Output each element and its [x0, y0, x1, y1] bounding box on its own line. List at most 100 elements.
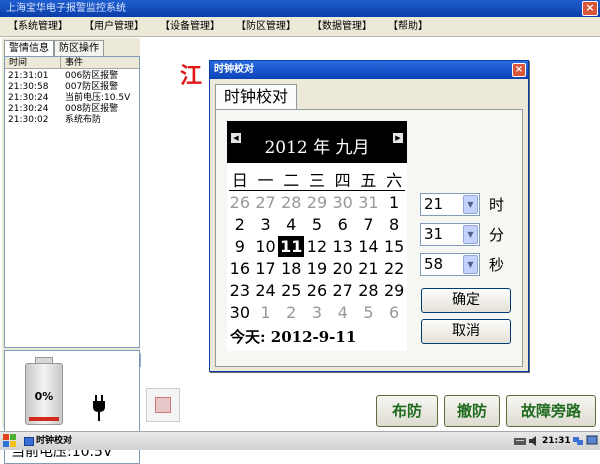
event-description: 006防区报警 [65, 71, 119, 81]
calendar-day[interactable]: 25 [278, 280, 304, 301]
event-row[interactable]: 21:30:58 007防区报警 [8, 82, 138, 93]
calendar-day[interactable]: 26 [304, 280, 330, 301]
event-description: 系统布防 [65, 115, 102, 125]
minute-unit: 分 [489, 226, 505, 244]
calendar-day[interactable]: 4 [330, 302, 356, 323]
battery-percent: 0% [34, 390, 54, 403]
calendar-day[interactable]: 4 [278, 214, 304, 235]
menu-system[interactable]: 【系统管理】 [0, 17, 76, 37]
menu-zones[interactable]: 【防区管理】 [228, 17, 304, 37]
event-list-header: 时间 事件 [5, 57, 139, 69]
map-thumbnail[interactable] [146, 388, 180, 422]
column-time[interactable]: 时间 [9, 57, 27, 69]
tab-clock-calibration[interactable]: 时钟校对 [215, 84, 297, 110]
calendar-day[interactable]: 3 [304, 302, 330, 323]
calendar-day[interactable]: 29 [381, 280, 407, 301]
tab-zone-operations[interactable]: 防区操作 [54, 40, 104, 56]
calendar-day[interactable]: 19 [304, 258, 330, 279]
event-row[interactable]: 21:30:24 008防区报警 [8, 104, 138, 115]
chevron-down-icon[interactable]: ▼ [463, 195, 478, 214]
calendar-day[interactable]: 27 [330, 280, 356, 301]
calendar-day-selected[interactable]: 11 [278, 236, 305, 257]
calendar-day[interactable]: 9 [227, 236, 253, 257]
calendar-day[interactable]: 2 [278, 302, 304, 323]
calendar-day[interactable]: 20 [330, 258, 356, 279]
minute-select[interactable]: 31 ▼ [420, 223, 480, 246]
event-row[interactable]: 21:30:02 系统布防 [8, 115, 138, 126]
windows-start-icon[interactable] [3, 434, 17, 448]
calendar-day[interactable]: 18 [278, 258, 304, 279]
event-time: 21:30:58 [8, 82, 49, 92]
second-select[interactable]: 58 ▼ [420, 253, 480, 276]
weekday-label: 六 [386, 171, 403, 190]
weekday-label: 二 [283, 171, 300, 190]
calendar-day[interactable]: 24 [253, 280, 279, 301]
weekday-divider [229, 190, 405, 191]
calendar-day[interactable]: 1 [381, 192, 407, 213]
calendar-day[interactable]: 27 [253, 192, 279, 213]
dialog-close-button[interactable]: × [512, 63, 526, 77]
window-close-button[interactable]: × [582, 1, 598, 16]
event-row[interactable]: 21:31:01 006防区报警 [8, 71, 138, 82]
desktop-icon[interactable] [586, 435, 598, 447]
next-month-icon[interactable]: ▶ [393, 133, 403, 143]
ok-button[interactable]: 确定 [421, 288, 511, 313]
keyboard-icon[interactable] [514, 435, 526, 447]
calendar-day[interactable]: 15 [381, 236, 407, 257]
calendar-day[interactable]: 30 [330, 192, 356, 213]
menu-help[interactable]: 【帮助】 [380, 17, 436, 37]
second-unit: 秒 [489, 256, 505, 274]
calendar-day[interactable]: 6 [330, 214, 356, 235]
calendar-day[interactable]: 28 [356, 280, 382, 301]
calendar-day[interactable]: 12 [304, 236, 330, 257]
column-event[interactable]: 事件 [65, 57, 83, 69]
calendar-day[interactable]: 6 [381, 302, 407, 323]
taskbar-item-clock-calibration[interactable]: 时钟校对 [22, 434, 102, 449]
calendar-day[interactable]: 22 [381, 258, 407, 279]
calendar-day[interactable]: 8 [381, 214, 407, 235]
calendar-day[interactable]: 2 [227, 214, 253, 235]
calendar-day[interactable]: 16 [227, 258, 253, 279]
disarm-button[interactable]: 撤防 [444, 395, 500, 427]
menu-bar: 【系统管理】 【用户管理】 【设备管理】 【防区管理】 【数据管理】 【帮助】 [0, 17, 600, 37]
menu-devices[interactable]: 【设备管理】 [152, 17, 228, 37]
event-row[interactable]: 21:30:24 当前电压:10.5V [8, 93, 138, 104]
tab-alert-info[interactable]: 警情信息 [4, 40, 54, 57]
calendar-day[interactable]: 17 [253, 258, 279, 279]
today-link[interactable]: 今天: 2012-9-11 [230, 326, 356, 347]
event-description: 当前电压:10.5V [65, 93, 131, 103]
menu-users[interactable]: 【用户管理】 [76, 17, 152, 37]
chevron-down-icon[interactable]: ▼ [463, 225, 478, 244]
cancel-button[interactable]: 取消 [421, 319, 511, 344]
hour-select[interactable]: 21 ▼ [420, 193, 480, 216]
calendar-header: ◀ 2012 年 九月 ▶ [227, 121, 407, 163]
minute-value: 31 [424, 225, 444, 243]
calendar-day[interactable]: 26 [227, 192, 253, 213]
weekday-label: 三 [308, 171, 325, 190]
calendar-day[interactable]: 5 [304, 214, 330, 235]
network-icon[interactable] [572, 435, 584, 447]
calendar-day[interactable]: 29 [304, 192, 330, 213]
calendar-day[interactable]: 10 [253, 236, 279, 257]
calendar-day[interactable]: 1 [253, 302, 279, 323]
hour-value: 21 [424, 195, 444, 213]
chevron-down-icon[interactable]: ▼ [463, 255, 478, 274]
fault-bypass-button[interactable]: 故障旁路 [506, 395, 596, 427]
calendar-day[interactable]: 5 [356, 302, 382, 323]
speaker-icon[interactable] [528, 435, 540, 447]
calendar-day[interactable]: 31 [356, 192, 382, 213]
calendar-day[interactable]: 3 [253, 214, 279, 235]
calendar-day[interactable]: 7 [356, 214, 382, 235]
calendar-day[interactable]: 28 [278, 192, 304, 213]
window-icon [24, 437, 34, 446]
calendar-day[interactable]: 13 [330, 236, 356, 257]
column-divider[interactable] [60, 57, 61, 69]
arm-button[interactable]: 布防 [376, 395, 438, 427]
menu-data[interactable]: 【数据管理】 [304, 17, 380, 37]
calendar-day[interactable]: 21 [356, 258, 382, 279]
calendar-day[interactable]: 14 [356, 236, 382, 257]
event-time: 21:31:01 [8, 71, 49, 81]
calendar-day[interactable]: 23 [227, 280, 253, 301]
system-tray: 21:31 [510, 432, 600, 450]
calendar-day[interactable]: 30 [227, 302, 253, 323]
